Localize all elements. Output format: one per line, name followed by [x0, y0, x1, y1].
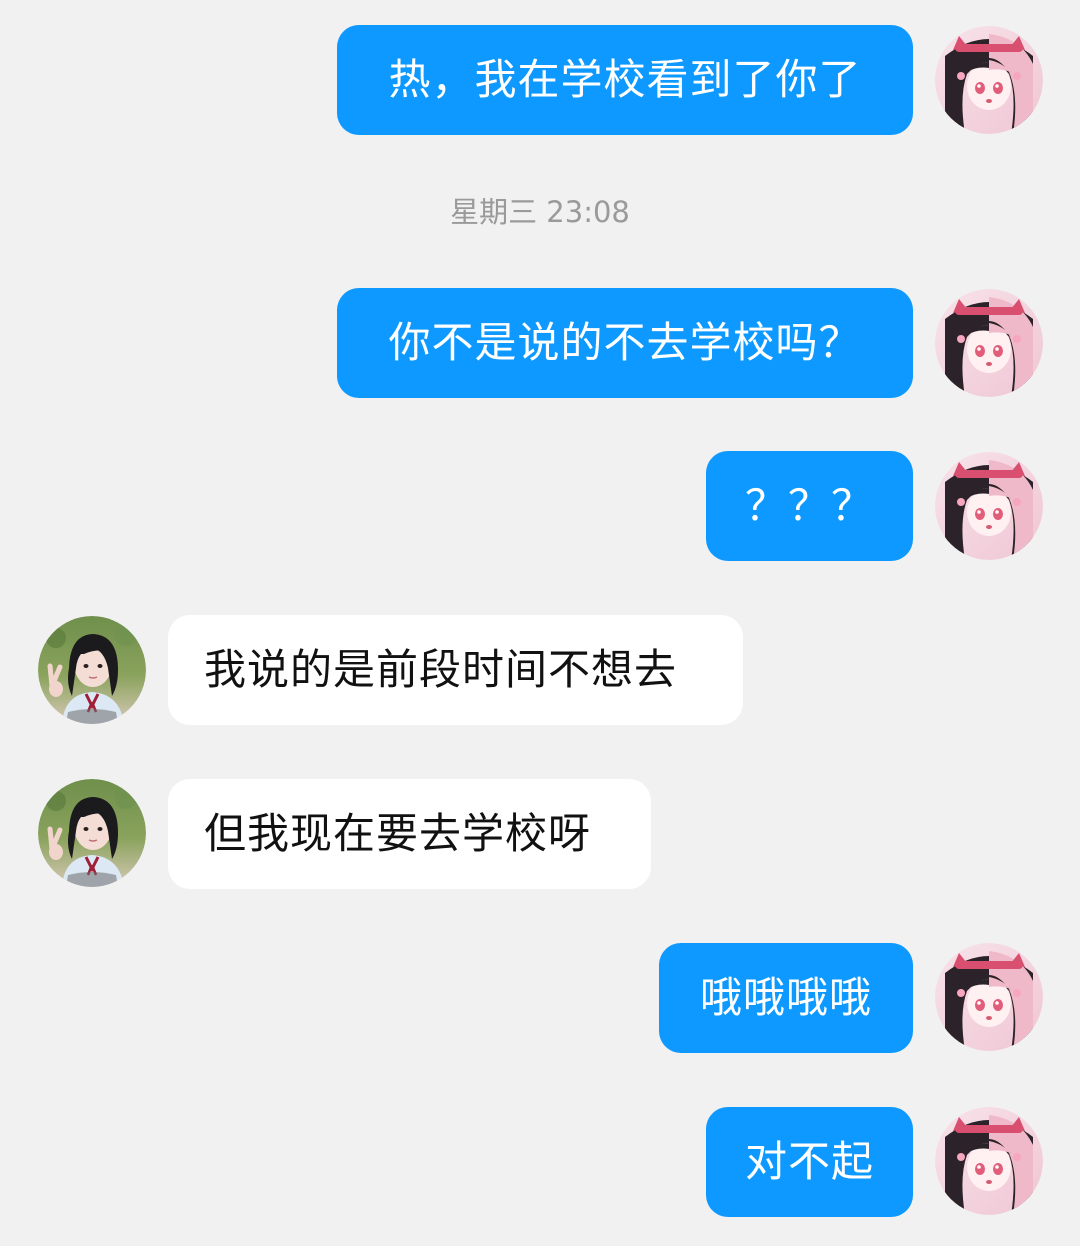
message-bubble-outgoing[interactable]: 你不是说的不去学校吗？ [337, 288, 913, 398]
message-bubble-outgoing[interactable]: 哦哦哦哦 [659, 943, 913, 1053]
message-text: 热，我在学校看到了你了 [388, 55, 862, 104]
chat-conversation: 热，我在学校看到了你了 星期三 23:08 你不是说的不去学校吗？ ？？？ 我说… [0, 0, 1080, 1246]
message-text: 但我现在要去学校呀 [204, 809, 592, 858]
my-avatar-icon[interactable] [935, 943, 1043, 1051]
my-avatar-icon[interactable] [935, 452, 1043, 560]
message-timestamp: 星期三 23:08 [450, 195, 630, 229]
message-bubble-outgoing[interactable]: ？？？ [706, 451, 913, 561]
message-text: 我说的是前段时间不想去 [204, 645, 678, 694]
contact-avatar-icon[interactable] [38, 779, 146, 887]
my-avatar-icon[interactable] [935, 26, 1043, 134]
my-avatar-icon[interactable] [935, 289, 1043, 397]
message-text: 对不起 [744, 1137, 874, 1186]
message-text: ？？？ [744, 481, 874, 530]
message-bubble-outgoing[interactable]: 对不起 [706, 1107, 913, 1217]
message-text: 你不是说的不去学校吗？ [388, 318, 862, 367]
message-bubble-incoming[interactable]: 我说的是前段时间不想去 [168, 615, 743, 725]
my-avatar-icon[interactable] [935, 1107, 1043, 1215]
contact-avatar-icon[interactable] [38, 616, 146, 724]
message-bubble-incoming[interactable]: 但我现在要去学校呀 [168, 779, 651, 889]
message-bubble-outgoing[interactable]: 热，我在学校看到了你了 [337, 25, 913, 135]
message-text: 哦哦哦哦 [699, 973, 872, 1022]
